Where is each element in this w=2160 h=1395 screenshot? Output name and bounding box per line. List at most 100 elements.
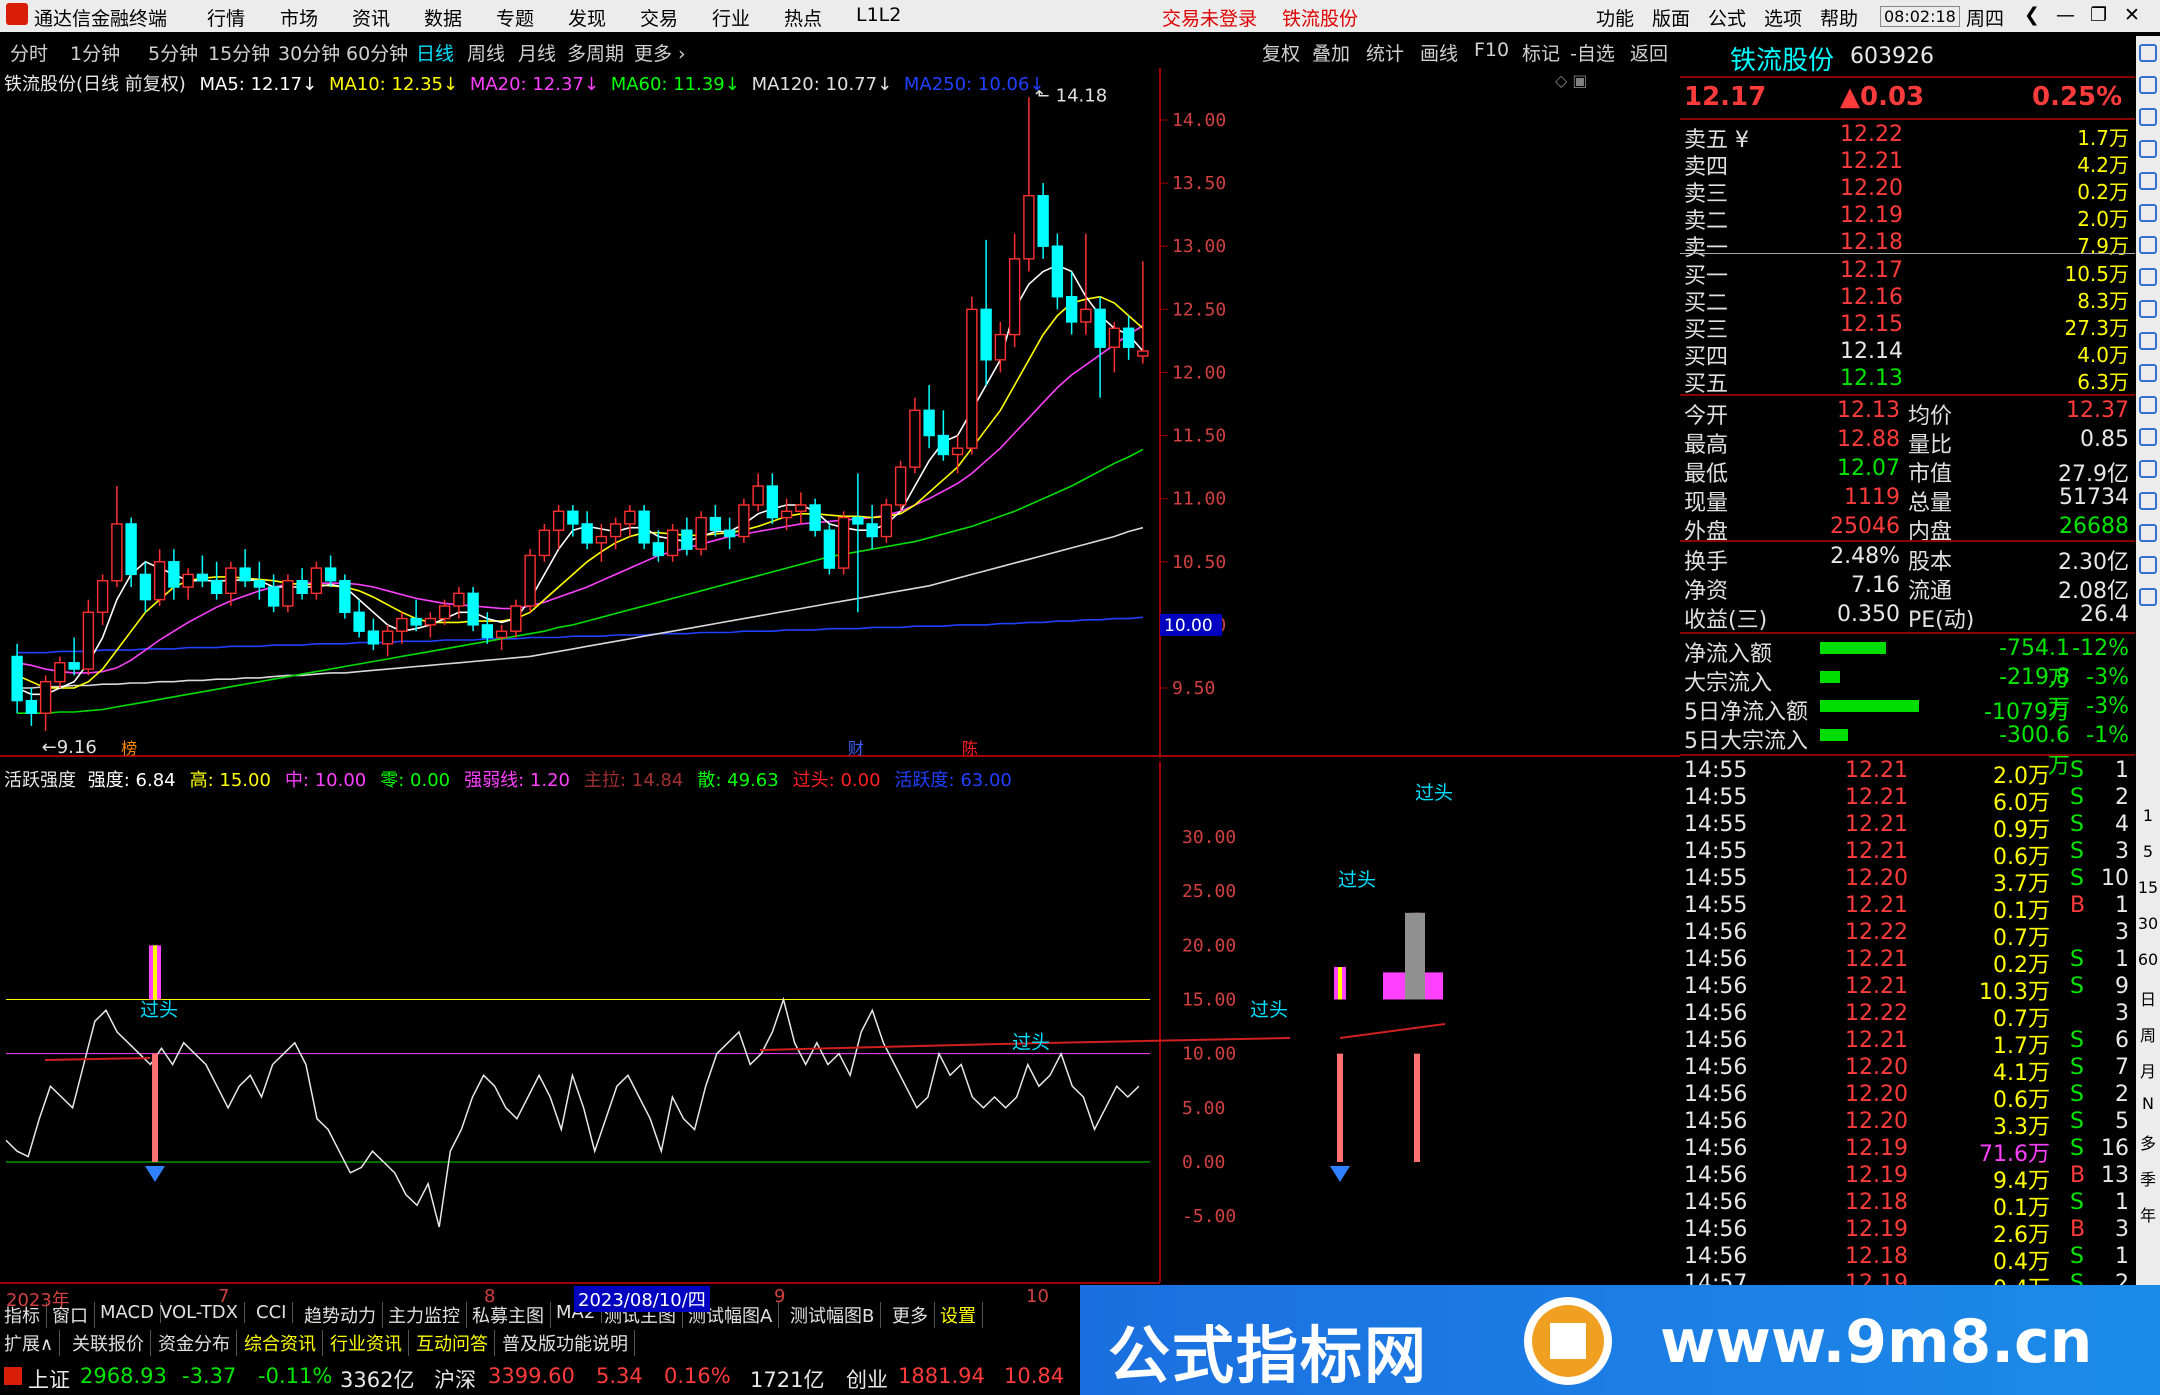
side-tool-icon[interactable]: [2139, 396, 2157, 414]
tick-time: 14:56: [1684, 1244, 1748, 1269]
side-period-button[interactable]: 1: [2136, 806, 2160, 825]
restore-icon[interactable]: ❐: [2090, 4, 2107, 26]
trade-login-alert[interactable]: 交易未登录: [1162, 4, 1257, 31]
side-tool-icon[interactable]: [2139, 556, 2157, 574]
tool-back[interactable]: 返回: [1630, 39, 1668, 66]
side-tool-icon[interactable]: [2139, 460, 2157, 478]
menu-options[interactable]: 选项: [1764, 4, 1802, 31]
side-tool-icon[interactable]: [2139, 428, 2157, 446]
menu-topic[interactable]: 专题: [496, 4, 534, 31]
info-tab[interactable]: 综合资讯: [244, 1330, 323, 1356]
indicator-chart[interactable]: 活跃强度 强度: 6.84 高: 15.00 中: 10.00 零: 0.00 强弱线:…: [0, 762, 1680, 1282]
info-tab[interactable]: 普及版功能说明: [502, 1330, 635, 1356]
book-row[interactable]: 买五 12.13 6.3万: [1680, 366, 2135, 397]
candle-body: [495, 630, 508, 639]
book-row[interactable]: 卖四 12.21 4.2万: [1680, 149, 2135, 180]
index-sh-name[interactable]: 上证: [28, 1364, 70, 1394]
minimize-icon[interactable]: —: [2056, 4, 2075, 26]
menu-quote[interactable]: 行情: [207, 4, 245, 31]
side-period-button[interactable]: 周: [2136, 1022, 2160, 1046]
period-tab[interactable]: 更多 ›: [634, 39, 686, 66]
side-tool-icon[interactable]: [2139, 140, 2157, 158]
period-tab-active[interactable]: 日线: [416, 39, 454, 66]
book-row[interactable]: 买一 12.17 10.5万: [1680, 258, 2135, 289]
index-hs-name[interactable]: 沪深: [434, 1364, 476, 1394]
side-tool-icon[interactable]: [2139, 44, 2157, 62]
side-tool-icon[interactable]: [2139, 108, 2157, 126]
info-tab[interactable]: 资金分布: [158, 1330, 237, 1356]
book-row[interactable]: 买四 12.14 4.0万: [1680, 339, 2135, 370]
menu-hot[interactable]: 热点: [784, 4, 822, 31]
side-tool-icon[interactable]: [2139, 236, 2157, 254]
stat-value: 27.9亿: [2058, 462, 2129, 487]
period-tab[interactable]: 周线: [467, 39, 505, 66]
tool-watchlist[interactable]: -自选: [1570, 39, 1615, 66]
tool-f10[interactable]: F10: [1474, 39, 1509, 61]
menu-l1l2[interactable]: L1L2: [856, 4, 901, 26]
menu-help[interactable]: 帮助: [1820, 4, 1858, 31]
tool-mark[interactable]: 标记: [1522, 39, 1560, 66]
book-row[interactable]: 卖二 12.19 2.0万: [1680, 203, 2135, 234]
tool-fq[interactable]: 复权: [1262, 39, 1300, 66]
side-period-button[interactable]: 15: [2136, 878, 2160, 897]
side-period-button[interactable]: 月: [2136, 1058, 2160, 1082]
book-volume: 0.2万: [2077, 180, 2129, 204]
tool-overlay[interactable]: 叠加: [1312, 39, 1350, 66]
menu-function[interactable]: 功能: [1596, 4, 1634, 31]
side-tool-icon[interactable]: [2139, 588, 2157, 606]
book-row[interactable]: 买三 12.15 27.3万: [1680, 312, 2135, 343]
menu-industry[interactable]: 行业: [712, 4, 750, 31]
stat-value: 25046: [1830, 514, 1900, 539]
close-icon[interactable]: ✕: [2124, 4, 2140, 26]
menu-discover[interactable]: 发现: [568, 4, 606, 31]
side-period-button[interactable]: 30: [2136, 914, 2160, 933]
side-period-button[interactable]: 多: [2136, 1130, 2160, 1154]
side-period-button[interactable]: 60: [2136, 950, 2160, 969]
menu-layout[interactable]: 版面: [1652, 4, 1690, 31]
side-period-button[interactable]: 年: [2136, 1202, 2160, 1226]
info-tab[interactable]: 扩展∧: [4, 1330, 61, 1356]
side-tool-icon[interactable]: [2139, 524, 2157, 542]
info-tab[interactable]: 互动问答: [416, 1330, 495, 1356]
period-tab[interactable]: 60分钟: [346, 39, 408, 66]
side-period-button[interactable]: 日: [2136, 986, 2160, 1010]
period-tab[interactable]: 30分钟: [278, 39, 340, 66]
candle-body: [339, 580, 351, 613]
side-tool-icon[interactable]: [2139, 332, 2157, 350]
kline-chart[interactable]: 铁流股份(日线 前复权) MA5: 12.17↓ MA10: 12.35↓ MA…: [0, 68, 1680, 758]
tool-draw[interactable]: 画线: [1420, 39, 1458, 66]
candle-body: [54, 662, 66, 683]
side-tool-icon[interactable]: [2139, 268, 2157, 286]
menu-data[interactable]: 数据: [424, 4, 462, 31]
book-row[interactable]: 卖五 ¥12.22 1.7万: [1680, 122, 2135, 153]
side-period-button[interactable]: 季: [2136, 1166, 2160, 1190]
tick-list[interactable]: 14:55 12.21 2.0万 S 1 14:55 12.21 6.0万 S 2 14:55 12.…: [1680, 758, 2135, 1298]
menu-news[interactable]: 资讯: [352, 4, 390, 31]
period-tab[interactable]: 1分钟: [70, 39, 120, 66]
menu-market[interactable]: 市场: [280, 4, 318, 31]
book-row[interactable]: 卖三 12.20 0.2万: [1680, 176, 2135, 207]
info-tab[interactable]: 行业资讯: [330, 1330, 409, 1356]
period-tab[interactable]: 多周期: [567, 39, 624, 66]
menu-trade[interactable]: 交易: [640, 4, 678, 31]
side-tool-icon[interactable]: [2139, 300, 2157, 318]
back-arrow-icon[interactable]: ❮: [2024, 4, 2040, 26]
side-tool-icon[interactable]: [2139, 492, 2157, 510]
period-tab[interactable]: 月线: [518, 39, 556, 66]
side-tool-icon[interactable]: [2139, 364, 2157, 382]
book-row[interactable]: 买二 12.16 8.3万: [1680, 285, 2135, 316]
tick-time: 14:55: [1684, 785, 1748, 810]
side-tool-icon[interactable]: [2139, 76, 2157, 94]
side-tool-icon[interactable]: [2139, 172, 2157, 190]
period-tab[interactable]: 分时: [10, 39, 48, 66]
side-tool-icon[interactable]: [2139, 204, 2157, 222]
menu-formula[interactable]: 公式: [1708, 4, 1746, 31]
index-cy-name[interactable]: 创业: [846, 1364, 888, 1394]
tool-stats[interactable]: 统计: [1366, 39, 1404, 66]
info-tab[interactable]: 关联报价: [72, 1330, 151, 1356]
side-period-button[interactable]: N: [2136, 1094, 2160, 1113]
tick-price: 12.21: [1845, 839, 1908, 864]
period-tab[interactable]: 5分钟: [148, 39, 198, 66]
period-tab[interactable]: 15分钟: [208, 39, 270, 66]
side-period-button[interactable]: 5: [2136, 842, 2160, 861]
